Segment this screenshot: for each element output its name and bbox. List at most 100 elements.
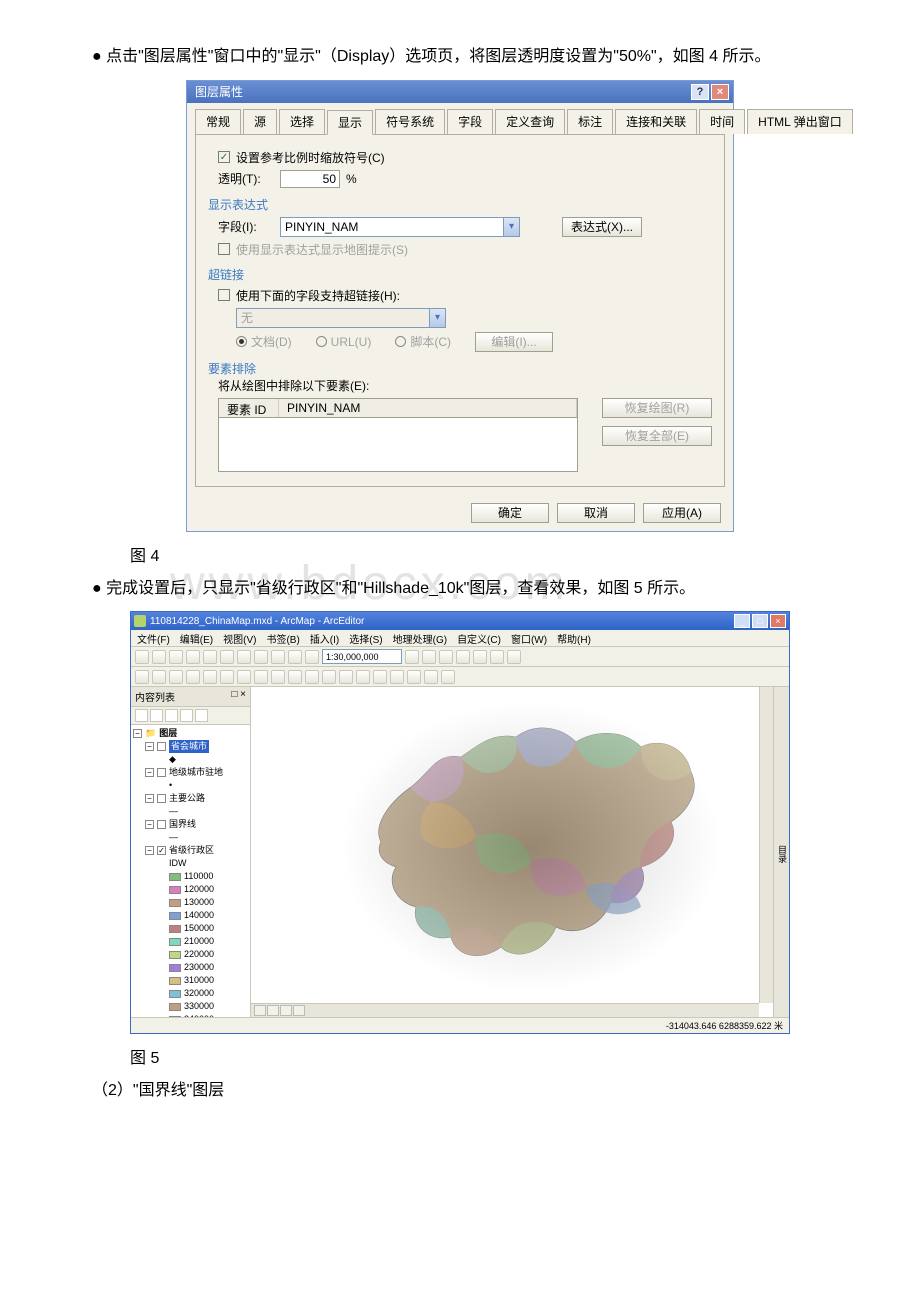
- layout-view-icon[interactable]: [267, 1005, 279, 1016]
- catalog-icon[interactable]: [439, 650, 453, 664]
- tab-defquery[interactable]: 定义查询: [495, 109, 565, 134]
- minimize-button[interactable]: _: [734, 614, 750, 628]
- refresh-icon[interactable]: [280, 1005, 292, 1016]
- hyperlink-field-select[interactable]: 无 ▾: [236, 308, 446, 328]
- options-icon[interactable]: [195, 709, 208, 722]
- tab-selection[interactable]: 选择: [279, 109, 325, 134]
- copy-icon[interactable]: [220, 650, 234, 664]
- search-icon[interactable]: [456, 650, 470, 664]
- restore-all-button[interactable]: 恢复全部(E): [602, 426, 712, 446]
- layer-land[interactable]: 地级城市驻地: [169, 766, 223, 779]
- undo-icon[interactable]: [271, 650, 285, 664]
- scale-symbols-checkbox[interactable]: ✓: [218, 151, 230, 163]
- scale-input[interactable]: 1:30,000,000: [322, 649, 402, 664]
- close-button[interactable]: ×: [711, 84, 729, 100]
- menu-windows[interactable]: 窗口(W): [511, 631, 547, 646]
- menu-selection[interactable]: 选择(S): [349, 631, 382, 646]
- exclude-table-body[interactable]: [218, 418, 578, 472]
- ok-button[interactable]: 确定: [471, 503, 549, 523]
- help-button[interactable]: ?: [691, 84, 709, 100]
- clear-selection-icon[interactable]: [288, 670, 302, 684]
- model-icon[interactable]: [490, 650, 504, 664]
- collapse-icon[interactable]: −: [145, 794, 154, 803]
- pan-icon[interactable]: [169, 670, 183, 684]
- maximize-button[interactable]: □: [752, 614, 768, 628]
- transparency-input[interactable]: 50: [280, 170, 340, 188]
- open-icon[interactable]: [152, 650, 166, 664]
- tab-time[interactable]: 时间: [699, 109, 745, 134]
- add-data-icon[interactable]: [305, 650, 319, 664]
- python-icon[interactable]: [473, 650, 487, 664]
- menu-edit[interactable]: 编辑(E): [180, 631, 213, 646]
- apply-button[interactable]: 应用(A): [643, 503, 721, 523]
- tab-html[interactable]: HTML 弹出窗口: [747, 109, 853, 134]
- catalog-tab[interactable]: 目录: [776, 845, 789, 863]
- horizontal-scrollbar[interactable]: [251, 1003, 759, 1017]
- vertical-scrollbar[interactable]: [759, 687, 773, 1003]
- dialog-titlebar[interactable]: 图层属性 ? ×: [187, 81, 733, 103]
- zoom-in-icon[interactable]: [135, 670, 149, 684]
- cut-icon[interactable]: [203, 650, 217, 664]
- toc-close[interactable]: □ ×: [231, 689, 246, 704]
- hyperlink-icon[interactable]: [339, 670, 353, 684]
- redo-icon[interactable]: [288, 650, 302, 664]
- data-view-icon[interactable]: [254, 1005, 266, 1016]
- collapse-icon[interactable]: −: [145, 846, 154, 855]
- radio-script[interactable]: [395, 336, 406, 347]
- map-view[interactable]: [251, 687, 773, 1017]
- html-popup-icon[interactable]: [356, 670, 370, 684]
- delete-icon[interactable]: [254, 650, 268, 664]
- edit-script-button[interactable]: 编辑(I)...: [475, 332, 553, 352]
- list-by-selection-icon[interactable]: [180, 709, 193, 722]
- restore-draw-button[interactable]: 恢复绘图(R): [602, 398, 712, 418]
- new-icon[interactable]: [135, 650, 149, 664]
- layer-checkbox[interactable]: [157, 794, 166, 803]
- zoom-out-icon[interactable]: [152, 670, 166, 684]
- radio-document[interactable]: [236, 336, 247, 347]
- menu-customize[interactable]: 自定义(C): [457, 631, 501, 646]
- menu-geoprocessing[interactable]: 地理处理(G): [393, 631, 447, 646]
- menu-file[interactable]: 文件(F): [137, 631, 170, 646]
- identify-icon[interactable]: [322, 670, 336, 684]
- forward-icon[interactable]: [254, 670, 268, 684]
- select-elements-icon[interactable]: [305, 670, 319, 684]
- menu-help[interactable]: 帮助(H): [557, 631, 591, 646]
- collapse-icon[interactable]: −: [145, 742, 154, 751]
- select-features-icon[interactable]: [271, 670, 285, 684]
- layer-city[interactable]: 省会城市: [169, 740, 209, 753]
- radio-url[interactable]: [316, 336, 327, 347]
- print-icon[interactable]: [186, 650, 200, 664]
- paste-icon[interactable]: [237, 650, 251, 664]
- tab-labels[interactable]: 标注: [567, 109, 613, 134]
- field-select[interactable]: PINYIN_NAM ▾: [280, 217, 520, 237]
- fixed-zoom-out-icon[interactable]: [220, 670, 234, 684]
- toolbox-icon[interactable]: [422, 650, 436, 664]
- list-by-visibility-icon[interactable]: [165, 709, 178, 722]
- tab-source[interactable]: 源: [243, 109, 277, 134]
- collapse-icon[interactable]: −: [133, 729, 142, 738]
- save-icon[interactable]: [169, 650, 183, 664]
- collapse-icon[interactable]: −: [145, 820, 154, 829]
- tab-joins[interactable]: 连接和关联: [615, 109, 697, 134]
- layer-checkbox[interactable]: [157, 768, 166, 777]
- tab-general[interactable]: 常规: [195, 109, 241, 134]
- menu-view[interactable]: 视图(V): [223, 631, 256, 646]
- expression-button[interactable]: 表达式(X)...: [562, 217, 642, 237]
- layer-province[interactable]: 省级行政区: [169, 844, 214, 857]
- toc-tree[interactable]: −📁图层 −省会城市 ◆ −地级城市驻地 • −主要公路 — −国界线 — −✓…: [131, 725, 250, 1017]
- back-icon[interactable]: [237, 670, 251, 684]
- editor-icon[interactable]: [405, 650, 419, 664]
- find-icon[interactable]: [390, 670, 404, 684]
- pause-icon[interactable]: [293, 1005, 305, 1016]
- hyperlink-checkbox[interactable]: [218, 289, 230, 301]
- arcmap-titlebar[interactable]: 110814228_ChinaMap.mxd - ArcMap - ArcEdi…: [131, 612, 789, 630]
- layer-checkbox[interactable]: [157, 742, 166, 751]
- window-close-button[interactable]: ×: [770, 614, 786, 628]
- tab-fields[interactable]: 字段: [447, 109, 493, 134]
- help-icon[interactable]: [507, 650, 521, 664]
- list-by-drawing-icon[interactable]: [135, 709, 148, 722]
- time-slider-icon[interactable]: [441, 670, 455, 684]
- tab-symbology[interactable]: 符号系统: [375, 109, 445, 134]
- fixed-zoom-in-icon[interactable]: [203, 670, 217, 684]
- layers-root[interactable]: 图层: [159, 727, 177, 740]
